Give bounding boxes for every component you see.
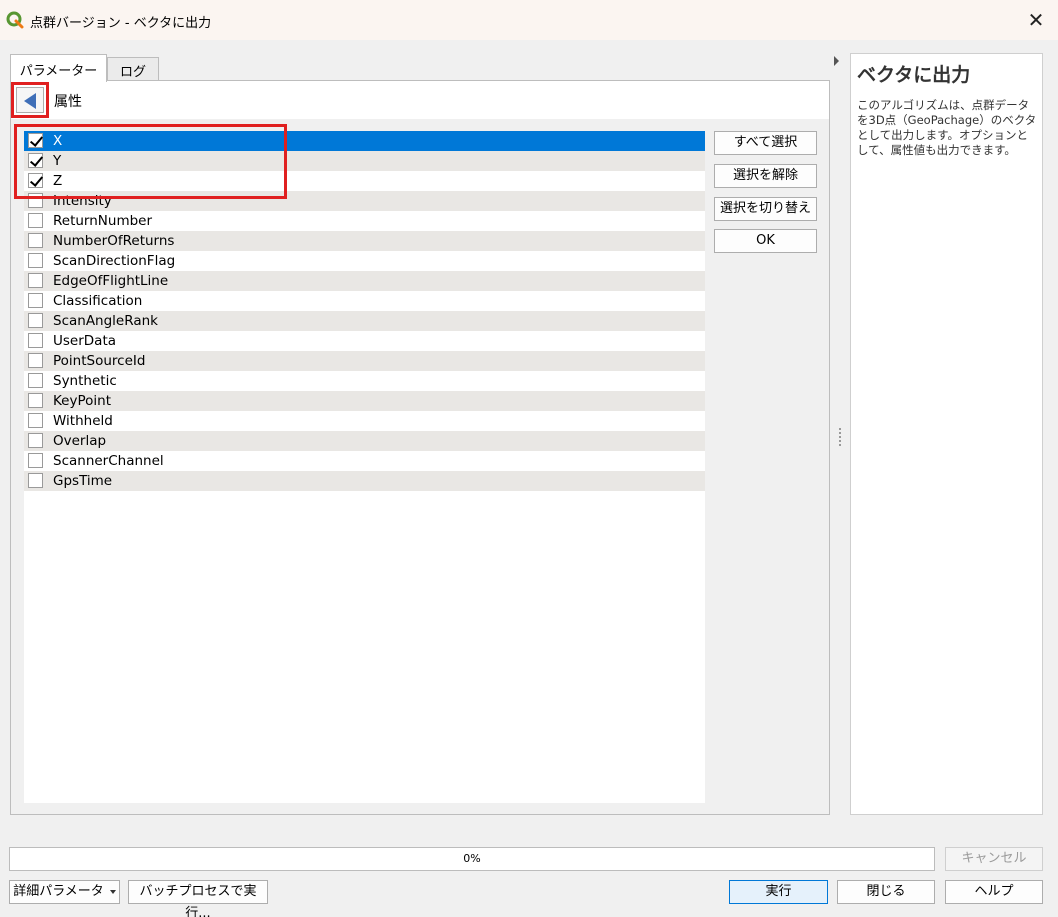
field-checkbox[interactable] <box>28 153 43 168</box>
field-row[interactable]: Withheld <box>24 411 705 431</box>
panel-header: 属性 <box>11 81 829 119</box>
splitter-handle[interactable] <box>839 428 841 446</box>
field-label: Synthetic <box>53 373 117 389</box>
field-label: KeyPoint <box>53 393 111 409</box>
help-title: ベクタに出力 <box>857 64 971 86</box>
field-row[interactable]: GpsTime <box>24 471 705 491</box>
field-label: ScannerChannel <box>53 453 164 469</box>
field-checkbox[interactable] <box>28 353 43 368</box>
panel-header-label: 属性 <box>54 94 82 110</box>
field-checkbox[interactable] <box>28 273 43 288</box>
parameters-panel: 属性 X Y Z Intensity ReturnNumber NumberOfRetur… <box>10 80 830 815</box>
dropdown-arrow-icon <box>109 889 116 894</box>
field-checkbox[interactable] <box>28 133 43 148</box>
qgis-logo-icon <box>6 11 24 29</box>
field-checkbox[interactable] <box>28 413 43 428</box>
toggle-selection-button[interactable]: 選択を切り替え <box>714 197 817 221</box>
cancel-button[interactable]: キャンセル <box>945 847 1043 871</box>
field-checkbox[interactable] <box>28 173 43 188</box>
field-list[interactable]: X Y Z Intensity ReturnNumber NumberOfReturns S… <box>24 131 705 803</box>
field-label: ScanDirectionFlag <box>53 253 176 269</box>
field-row[interactable]: ReturnNumber <box>24 211 705 231</box>
field-row[interactable]: Overlap <box>24 431 705 451</box>
field-label: Z <box>53 173 63 189</box>
field-checkbox[interactable] <box>28 373 43 388</box>
run-button[interactable]: 実行 <box>729 880 828 904</box>
help-panel: ベクタに出力 このアルゴリズムは、点群データを3D点（GeoPachage）のベ… <box>850 53 1043 815</box>
help-body: このアルゴリズムは、点群データを3D点（GeoPachage）のベクタとして出力… <box>857 98 1037 157</box>
field-label: UserData <box>53 333 117 349</box>
highlight-box-back <box>11 82 49 118</box>
field-checkbox[interactable] <box>28 293 43 308</box>
field-checkbox[interactable] <box>28 253 43 268</box>
batch-process-button[interactable]: バッチプロセスで実行... <box>128 880 268 917</box>
field-label: NumberOfReturns <box>53 233 175 249</box>
field-checkbox[interactable] <box>28 193 43 208</box>
field-row[interactable]: Synthetic <box>24 371 705 391</box>
field-label: EdgeOfFlightLine <box>53 273 169 289</box>
help-button[interactable]: ヘルプ <box>945 880 1043 904</box>
field-row[interactable]: PointSourceId <box>24 351 705 371</box>
field-checkbox[interactable] <box>28 213 43 228</box>
deselect-all-button[interactable]: 選択を解除 <box>714 164 817 188</box>
field-row[interactable]: Z <box>24 171 705 191</box>
field-row[interactable]: Y <box>24 151 705 171</box>
field-row[interactable]: Classification <box>24 291 705 311</box>
field-label: Overlap <box>53 433 107 449</box>
tab-log[interactable]: ログ <box>107 57 159 81</box>
field-row[interactable]: ScanDirectionFlag <box>24 251 705 271</box>
collapse-arrow-icon[interactable] <box>834 56 839 66</box>
field-checkbox[interactable] <box>28 333 43 348</box>
window-title: 点群バージョン - ベクタに出力 <box>30 16 212 31</box>
field-checkbox[interactable] <box>28 453 43 468</box>
ok-button[interactable]: OK <box>714 229 817 253</box>
field-row[interactable]: UserData <box>24 331 705 351</box>
field-label: Y <box>53 153 62 169</box>
field-row[interactable]: Intensity <box>24 191 705 211</box>
field-label: PointSourceId <box>53 353 146 369</box>
field-row[interactable]: NumberOfReturns <box>24 231 705 251</box>
field-row[interactable]: X <box>24 131 705 151</box>
field-label: Withheld <box>53 413 113 429</box>
select-all-button[interactable]: すべて選択 <box>714 131 817 155</box>
field-checkbox[interactable] <box>28 313 43 328</box>
field-label: ScanAngleRank <box>53 313 158 329</box>
progress-text: 0% <box>463 852 481 865</box>
field-row[interactable]: ScanAngleRank <box>24 311 705 331</box>
title-bar: 点群バージョン - ベクタに出力 ✕ <box>0 0 1058 40</box>
field-row[interactable]: KeyPoint <box>24 391 705 411</box>
progress-bar: 0% <box>9 847 935 871</box>
field-label: Intensity <box>53 193 112 209</box>
advanced-parameters-dropdown[interactable]: 詳細パラメータ <box>9 880 120 904</box>
field-row[interactable]: EdgeOfFlightLine <box>24 271 705 291</box>
field-label: Classification <box>53 293 143 309</box>
field-checkbox[interactable] <box>28 393 43 408</box>
close-window-button[interactable]: ✕ <box>1024 8 1048 32</box>
close-button[interactable]: 閉じる <box>837 880 935 904</box>
field-label: X <box>53 133 63 149</box>
tab-parameters[interactable]: パラメーター <box>10 54 107 82</box>
field-checkbox[interactable] <box>28 433 43 448</box>
advanced-parameters-label: 詳細パラメータ <box>13 884 104 899</box>
field-checkbox[interactable] <box>28 233 43 248</box>
field-checkbox[interactable] <box>28 473 43 488</box>
field-row[interactable]: ScannerChannel <box>24 451 705 471</box>
field-label: ReturnNumber <box>53 213 153 229</box>
field-label: GpsTime <box>53 473 113 489</box>
